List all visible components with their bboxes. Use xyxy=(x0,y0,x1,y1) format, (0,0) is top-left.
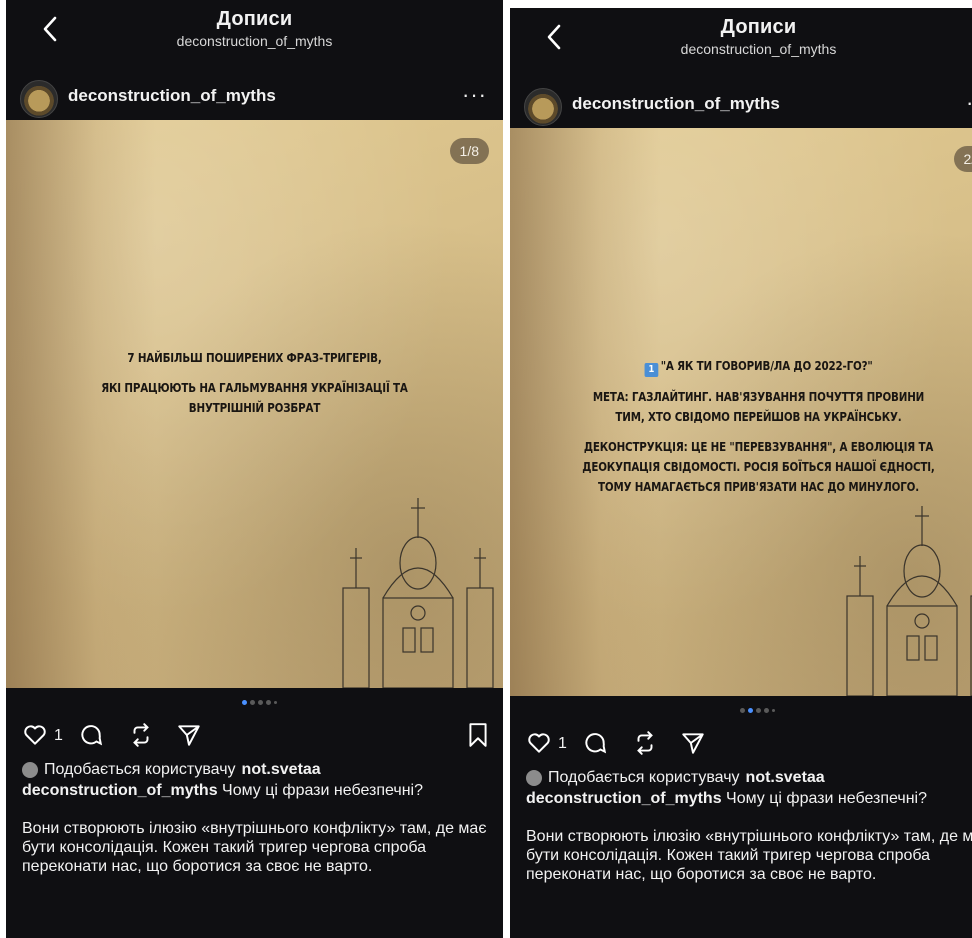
carousel-dot xyxy=(756,708,761,713)
page-title: Дописи xyxy=(720,16,797,38)
avatar[interactable] xyxy=(524,88,562,126)
church-illustration xyxy=(342,498,494,688)
repost-icon[interactable] xyxy=(632,730,658,756)
post-meta: Подобається користувачу not.svetaa decon… xyxy=(6,760,503,876)
caption: deconstruction_of_myths Чому ці фрази не… xyxy=(526,789,972,808)
action-bar: 1 xyxy=(510,726,972,768)
liked-by-user[interactable]: not.svetaa xyxy=(242,760,321,779)
church-illustration xyxy=(846,506,972,696)
caption-text: Чому ці фрази небезпечні? xyxy=(222,782,423,799)
slide-counter: 1/8 xyxy=(449,138,489,164)
comment-icon[interactable] xyxy=(78,722,104,748)
repost-icon[interactable] xyxy=(128,722,154,748)
caption-username[interactable]: deconstruction_of_myths xyxy=(526,790,722,807)
caption-body: Вони створюють ілюзію «внутрішнього конф… xyxy=(526,828,972,883)
more-options-icon[interactable]: ··· xyxy=(462,82,487,108)
more-options-icon[interactable]: ··· xyxy=(966,90,972,116)
carousel-dot xyxy=(740,708,745,713)
carousel-dot xyxy=(764,708,769,713)
carousel-dot xyxy=(242,700,247,705)
likes-count[interactable]: 1 xyxy=(558,735,567,753)
post-image[interactable]: 1/8 7 НАЙБІЛЬШ ПОШИРЕНИХ ФРАЗ-ТРИГЕРІВ, … xyxy=(6,120,503,688)
liked-by-prefix: Подобається користувачу xyxy=(44,761,236,778)
slide-text: 7 НАЙБІЛЬШ ПОШИРЕНИХ ФРАЗ-ТРИГЕРІВ, ЯКІ … xyxy=(75,348,434,428)
number-badge: 1 xyxy=(644,363,659,377)
liked-by-user[interactable]: not.svetaa xyxy=(746,768,825,787)
post-meta: Подобається користувачу not.svetaa decon… xyxy=(510,768,972,884)
carousel-dot xyxy=(258,700,263,705)
liked-by[interactable]: Подобається користувачу not.svetaa xyxy=(526,768,972,787)
carousel-indicator xyxy=(510,696,972,726)
likes-count[interactable]: 1 xyxy=(54,727,63,745)
post-screen-left: Дописи deconstruction_of_myths deconstru… xyxy=(6,0,503,938)
slide-counter: 2/8 xyxy=(953,146,972,172)
caption: deconstruction_of_myths Чому ці фрази не… xyxy=(22,781,487,800)
bookmark-icon[interactable] xyxy=(467,722,489,748)
page-subtitle: deconstruction_of_myths xyxy=(176,33,333,49)
page-subtitle: deconstruction_of_myths xyxy=(680,41,837,57)
top-bar: Дописи deconstruction_of_myths xyxy=(6,0,503,74)
share-icon[interactable] xyxy=(176,722,202,748)
slide-line: 7 НАЙБІЛЬШ ПОШИРЕНИХ ФРАЗ-ТРИГЕРІВ, xyxy=(127,351,382,365)
page-title: Дописи xyxy=(216,8,293,30)
caption-text: Чому ці фрази небезпечні? xyxy=(726,790,927,807)
action-bar: 1 xyxy=(6,718,503,760)
carousel-dot xyxy=(274,701,277,704)
share-icon[interactable] xyxy=(680,730,706,756)
post-username[interactable]: deconstruction_of_myths xyxy=(68,86,276,106)
caption-username[interactable]: deconstruction_of_myths xyxy=(22,782,218,799)
comment-icon[interactable] xyxy=(582,730,608,756)
heart-icon[interactable] xyxy=(526,730,552,756)
slide-heading: "А ЯК ТИ ГОВОРИВ/ЛА ДО 2022-ГО?" xyxy=(660,359,873,373)
slide-line: МЕТА: ГАЗЛАЙТИНГ. НАВ'ЯЗУВАННЯ ПОЧУТТЯ П… xyxy=(592,390,925,424)
post-username[interactable]: deconstruction_of_myths xyxy=(572,94,780,114)
post-image[interactable]: 2/8 1"А ЯК ТИ ГОВОРИВ/ЛА ДО 2022-ГО?" МЕ… xyxy=(510,128,972,696)
post-header: deconstruction_of_myths ··· xyxy=(6,74,503,120)
carousel-dot xyxy=(772,709,775,712)
liked-by[interactable]: Подобається користувачу not.svetaa xyxy=(22,760,487,779)
slide-text: 1 "А ЯК ТИ ГОВОРИВ/ЛА ДО 2022-ГО?" МЕТА: … xyxy=(579,356,938,507)
slide-line: ЯКІ ПРАЦЮЮТЬ НА ГАЛЬМУВАННЯ УКРАЇНІЗАЦІЇ… xyxy=(101,381,408,415)
carousel-dot xyxy=(748,708,753,713)
slide-line: 1 "А ЯК ТИ ГОВОРИВ/ЛА ДО 2022-ГО?" xyxy=(579,356,938,377)
avatar xyxy=(22,761,38,778)
carousel-dot xyxy=(266,700,271,705)
caption-body: Вони створюють ілюзію «внутрішнього конф… xyxy=(22,820,487,875)
heart-icon[interactable] xyxy=(22,722,48,748)
post-header: deconstruction_of_myths ··· xyxy=(510,82,972,128)
liked-by-prefix: Подобається користувачу xyxy=(548,769,740,786)
avatar xyxy=(526,769,542,786)
avatar[interactable] xyxy=(20,80,58,118)
carousel-dot xyxy=(250,700,255,705)
top-bar: Дописи deconstruction_of_myths xyxy=(510,8,972,82)
carousel-indicator xyxy=(6,688,503,718)
post-screen-right: Дописи deconstruction_of_myths deconstru… xyxy=(510,8,972,938)
